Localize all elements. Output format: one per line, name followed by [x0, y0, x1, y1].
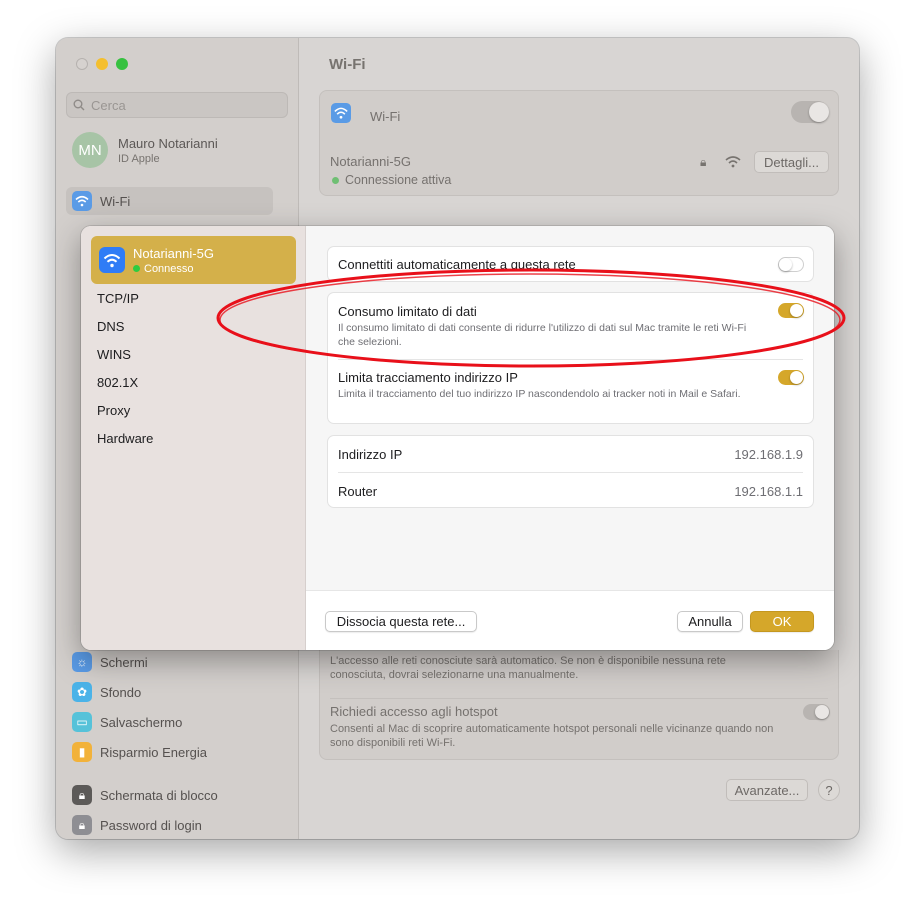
- user-account[interactable]: MN Mauro Notarianni ID Apple: [72, 132, 218, 168]
- sidebar-item-displays[interactable]: ☼ Schermi: [66, 648, 273, 676]
- hotspot-description: Consenti al Mac di scoprire automaticame…: [330, 723, 774, 749]
- dialog-sidebar: Notarianni-5G Connesso TCP/IP DNS WINS 8…: [81, 226, 306, 650]
- dialog-content: Connettiti automaticamente a questa rete…: [306, 226, 834, 590]
- limit-tracking-label: Limita tracciamento indirizzo IP: [338, 370, 518, 385]
- close-window-button[interactable]: [76, 58, 88, 70]
- network-status: Connesso: [133, 263, 214, 275]
- ip-address-label: Indirizzo IP: [338, 447, 403, 462]
- hotspot-title: Richiedi accesso agli hotspot: [330, 704, 498, 719]
- toggle-knob: [790, 371, 803, 384]
- sidebar-item-label: Salvaschermo: [100, 714, 183, 730]
- search-icon: [73, 99, 85, 111]
- status-text: Connessione attiva: [345, 173, 452, 187]
- sidebar-item-wifi[interactable]: Wi-Fi: [66, 187, 273, 215]
- wifi-card: Wi-Fi Notarianni-5G Connessione attiva 🔒…: [319, 90, 839, 196]
- wifi-card-icon: [331, 103, 351, 123]
- password-icon: 🔒︎: [72, 815, 92, 835]
- search-input[interactable]: Cerca: [66, 92, 288, 118]
- wifi-signal-icon: [725, 156, 741, 168]
- limit-tracking-description: Limita il tracciamento del tuo indirizzo…: [338, 388, 741, 400]
- ip-address-value: 192.168.1.9: [734, 447, 803, 462]
- divider: [338, 359, 803, 360]
- current-network-name: Notarianni-5G: [330, 154, 411, 169]
- sidebar-item-label: Risparmio Energia: [100, 744, 207, 760]
- sidebar-item-login-password[interactable]: 🔒︎ Password di login: [66, 811, 273, 839]
- selected-network[interactable]: Notarianni-5G Connesso: [91, 236, 296, 284]
- status-dot: [332, 176, 339, 184]
- minimize-window-button[interactable]: [96, 58, 108, 70]
- nav-tcpip[interactable]: TCP/IP: [97, 291, 139, 306]
- toggle-knob: [779, 258, 792, 271]
- sidebar-item-wallpaper[interactable]: ✿ Sfondo: [66, 678, 273, 706]
- zoom-window-button[interactable]: [116, 58, 128, 70]
- display-icon: ☼: [72, 652, 92, 672]
- low-data-description: Il consumo limitato di dati consente di …: [338, 322, 747, 348]
- advanced-button[interactable]: Avanzate...: [726, 779, 808, 801]
- low-data-label: Consumo limitato di dati: [338, 304, 477, 319]
- auto-connect-card: Connettiti automaticamente a questa rete: [327, 246, 814, 282]
- nav-proxy[interactable]: Proxy: [97, 403, 130, 418]
- hotspot-toggle[interactable]: [803, 704, 830, 720]
- cancel-button[interactable]: Annulla: [677, 611, 743, 632]
- toggle-knob: [809, 102, 829, 122]
- user-subtitle: ID Apple: [118, 152, 160, 165]
- wallpaper-icon: ✿: [72, 682, 92, 702]
- status-text: Connesso: [144, 262, 194, 275]
- divider: [338, 472, 803, 473]
- network-name: Notarianni-5G: [133, 245, 214, 261]
- data-settings-card: Consumo limitato di dati Il consumo limi…: [327, 292, 814, 424]
- divider: [330, 698, 828, 699]
- current-network-status: Connessione attiva: [332, 173, 451, 187]
- low-data-toggle[interactable]: [778, 303, 804, 318]
- router-label: Router: [338, 484, 378, 499]
- screensaver-icon: ▭: [72, 712, 92, 732]
- search-placeholder: Cerca: [91, 97, 126, 113]
- network-details-dialog: Notarianni-5G Connesso TCP/IP DNS WINS 8…: [81, 226, 834, 650]
- sidebar-item-label: Wi-Fi: [100, 193, 131, 209]
- page-title: Wi-Fi: [329, 56, 366, 73]
- sidebar-item-label: Password di login: [100, 817, 202, 833]
- help-button[interactable]: ?: [818, 779, 840, 801]
- ip-info-card: Indirizzo IP 192.168.1.9 Router 192.168.…: [327, 435, 814, 508]
- sidebar-item-lock-screen[interactable]: 🔒︎ Schermata di blocco: [66, 781, 273, 809]
- lock-icon: 🔒︎: [72, 785, 92, 805]
- wifi-card-label: Wi-Fi: [370, 109, 401, 124]
- sidebar-item-screensaver[interactable]: ▭ Salvaschermo: [66, 708, 273, 736]
- sidebar-item-label: Schermata di blocco: [100, 787, 218, 803]
- toggle-knob: [815, 705, 829, 719]
- nav-dns[interactable]: DNS: [97, 319, 124, 334]
- sidebar-item-label: Schermi: [100, 654, 148, 670]
- limit-tracking-toggle[interactable]: [778, 370, 804, 385]
- sidebar-item-label: Sfondo: [100, 684, 142, 700]
- router-value: 192.168.1.1: [734, 484, 803, 499]
- auto-connect-label: Connettiti automaticamente a questa rete: [338, 257, 576, 272]
- wifi-icon: [99, 247, 125, 273]
- ok-button[interactable]: OK: [750, 611, 814, 632]
- toggle-knob: [790, 304, 803, 317]
- forget-network-button[interactable]: Dissocia questa rete...: [325, 611, 477, 632]
- wifi-toggle[interactable]: [791, 101, 829, 123]
- details-button[interactable]: Dettagli...: [754, 151, 829, 173]
- status-dot: [133, 265, 140, 272]
- battery-icon: ▮: [72, 742, 92, 762]
- dialog-footer: Dissocia questa rete... Annulla OK: [306, 590, 834, 650]
- nav-hardware[interactable]: Hardware: [97, 431, 153, 446]
- sidebar-item-energy[interactable]: ▮ Risparmio Energia: [66, 738, 273, 766]
- wifi-icon: [72, 191, 92, 211]
- auto-connect-toggle[interactable]: [778, 257, 804, 272]
- window-controls: [76, 58, 128, 70]
- auto-join-description: L'accesso alle reti conosciute sarà auto…: [330, 655, 726, 681]
- lock-icon: 🔒︎: [700, 155, 707, 169]
- avatar: MN: [72, 132, 108, 168]
- nav-wins[interactable]: WINS: [97, 347, 131, 362]
- nav-8021x[interactable]: 802.1X: [97, 375, 138, 390]
- auto-join-card: L'accesso alle reti conosciute sarà auto…: [319, 650, 839, 760]
- user-name: Mauro Notarianni: [118, 135, 218, 151]
